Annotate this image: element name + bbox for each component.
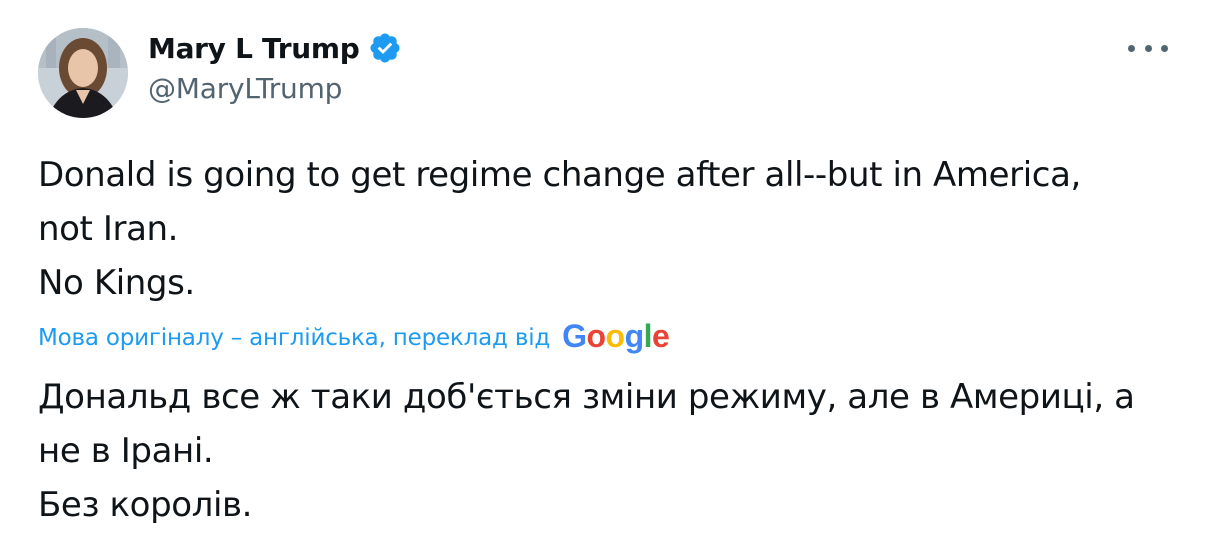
avatar[interactable] xyxy=(38,28,128,118)
more-dot-icon xyxy=(1128,44,1135,52)
translation-note-text: Мова оригіналу – англійська, переклад ві… xyxy=(38,325,551,351)
translated-line: Без королів. xyxy=(38,485,253,525)
author-display-name[interactable]: Mary L Trump xyxy=(148,32,360,65)
google-logo-letter: o xyxy=(586,317,606,354)
tweet-text: Donald is going to get regime change aft… xyxy=(38,148,1168,310)
author-name-row: Mary L Trump xyxy=(148,28,402,68)
google-logo-letter: o xyxy=(605,317,626,354)
tweet-line: No Kings. xyxy=(38,263,195,303)
more-options-button[interactable] xyxy=(1128,38,1168,58)
translation-note[interactable]: Мова оригіналу – англійська, переклад ві… xyxy=(38,317,670,358)
translated-line: не в Ірані. xyxy=(38,431,214,471)
translated-text: Дональд все ж таки доб'ється зміни режим… xyxy=(38,370,1168,532)
google-logo-letter: G xyxy=(562,317,587,354)
tweet-line: not Iran. xyxy=(38,209,179,249)
google-logo-letter: l xyxy=(643,317,653,354)
google-logo-letter: e xyxy=(652,317,670,354)
more-dot-icon xyxy=(1161,44,1168,52)
google-logo-letter: g xyxy=(624,317,645,354)
author-handle[interactable]: @MaryLTrump xyxy=(148,72,342,105)
profile-photo-icon xyxy=(38,28,128,118)
more-dot-icon xyxy=(1144,44,1152,52)
tweet-line: Donald is going to get regime change aft… xyxy=(38,155,1081,195)
google-logo: Google xyxy=(562,317,670,355)
tweet: Mary L Trump @MaryLTrump Donald is going… xyxy=(0,0,1206,554)
translated-line: Дональд все ж таки доб'ється зміни режим… xyxy=(38,377,1135,417)
verified-badge-icon xyxy=(368,31,402,65)
